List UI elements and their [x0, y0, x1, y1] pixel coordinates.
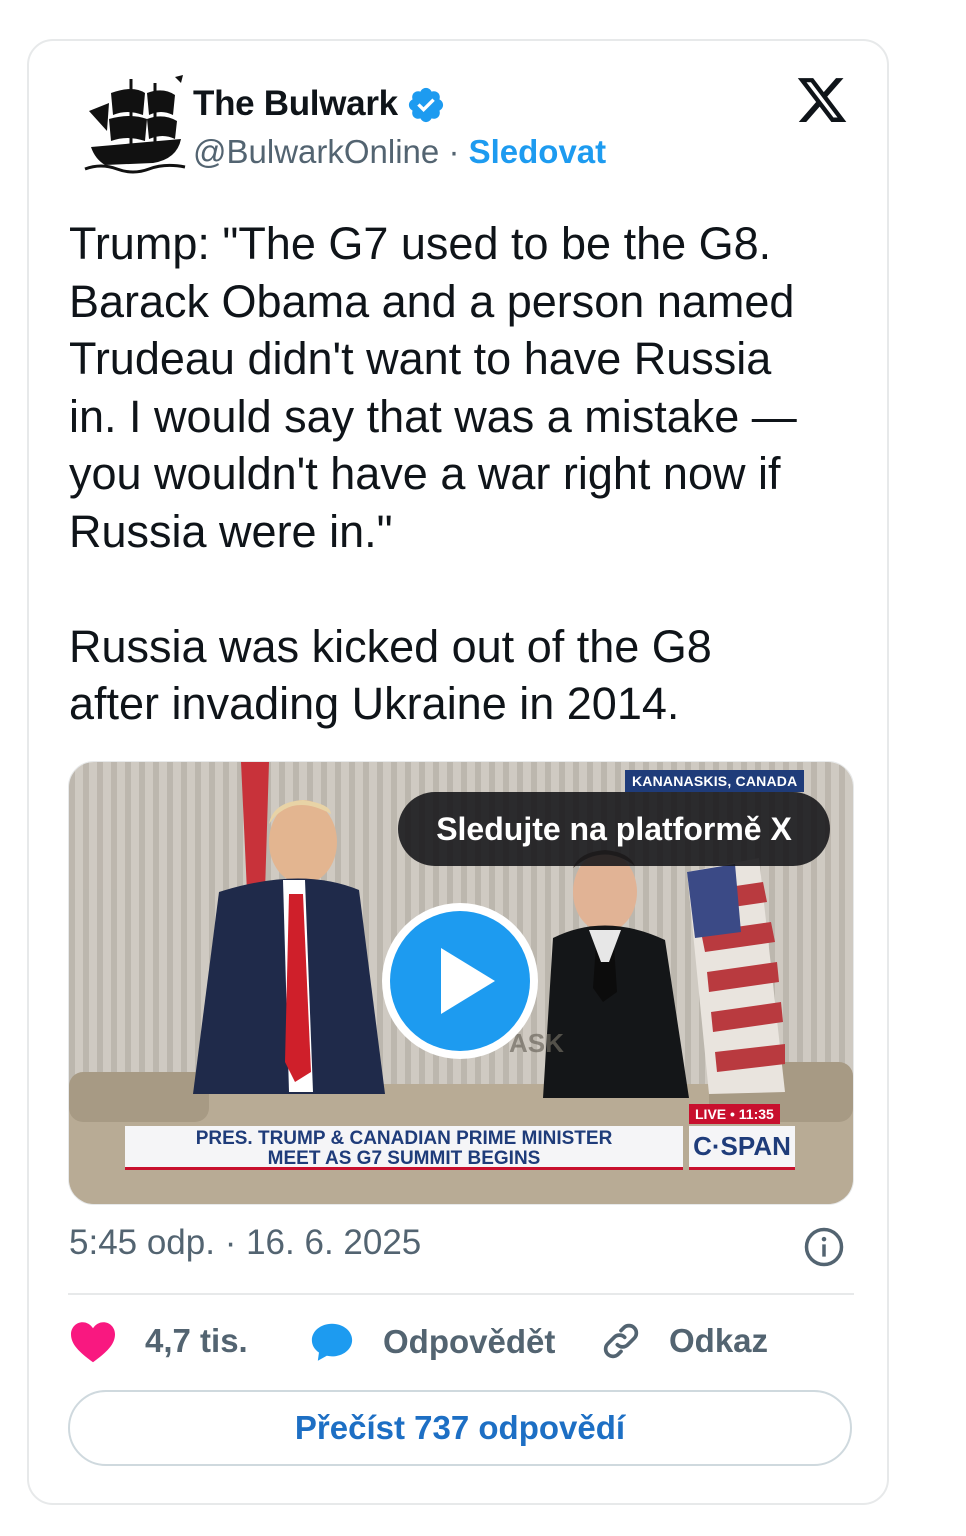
follow-button[interactable]: Sledovat — [469, 133, 607, 170]
read-replies-button[interactable]: Přečíst 737 odpovědí — [68, 1390, 852, 1466]
copy-link-button[interactable]: Odkaz — [599, 1319, 768, 1363]
timestamp-separator: · — [224, 1223, 237, 1262]
link-icon — [603, 1323, 639, 1359]
author-handle-row: @BulwarkOnline · Sledovat — [193, 133, 606, 171]
info-icon[interactable] — [803, 1226, 845, 1268]
news-lower-third: PRES. TRUMP & CANADIAN PRIME MINISTER ME… — [125, 1126, 683, 1170]
author-name[interactable]: The Bulwark — [193, 84, 398, 124]
reply-bubble-icon — [311, 1323, 353, 1361]
tweet-card: The Bulwark @BulwarkOnline · Sledovat Tr… — [27, 39, 889, 1505]
like-count: 4,7 tis. — [145, 1322, 248, 1359]
play-icon[interactable] — [379, 900, 541, 1062]
verified-badge-icon — [408, 87, 443, 123]
video-player[interactable]: ASK KANANASKIS, CANADA LIVE • 11:35 PRES… — [68, 761, 854, 1205]
bulwark-ship-logo[interactable] — [81, 71, 193, 177]
link-label: Odkaz — [669, 1322, 769, 1359]
location-tag: KANANASKIS, CANADA — [625, 770, 805, 792]
watch-on-x-button[interactable]: Sledujte na platformě X — [398, 792, 830, 866]
channel-logo: C·SPAN — [689, 1126, 795, 1170]
author-handle[interactable]: @BulwarkOnline — [193, 133, 439, 170]
x-logo-icon[interactable] — [795, 73, 849, 127]
like-button[interactable]: 4,7 tis. — [69, 1319, 248, 1363]
author-name-row: The Bulwark — [193, 83, 446, 125]
divider — [68, 1293, 854, 1295]
reply-button[interactable]: Odpovědět — [309, 1319, 555, 1365]
action-bar: 4,7 tis. Odpovědět Odkaz — [69, 1319, 859, 1369]
timestamp-row: 5:45 odp. · 16. 6. 2025 — [69, 1223, 421, 1263]
heart-icon — [71, 1322, 115, 1363]
tweet-date[interactable]: 16. 6. 2025 — [246, 1223, 421, 1262]
tweet-time[interactable]: 5:45 odp. — [69, 1223, 215, 1262]
tweet-text: Trump: "The G7 used to be the G8. Barack… — [69, 218, 797, 729]
reply-label: Odpovědět — [383, 1323, 556, 1360]
live-tag: LIVE • 11:35 — [689, 1104, 780, 1124]
handle-separator: · — [448, 133, 460, 170]
